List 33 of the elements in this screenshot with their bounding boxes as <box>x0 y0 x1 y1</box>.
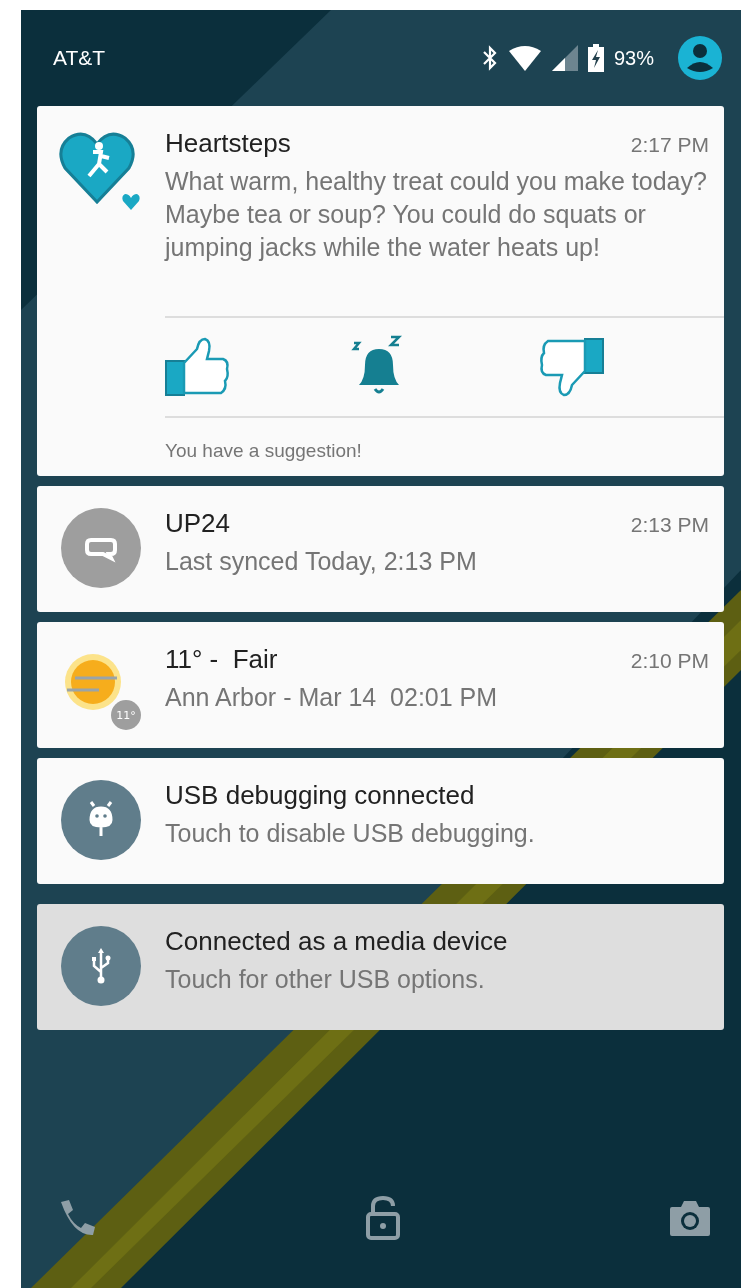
notification-text: What warm, healthy treat could you make today? Maybe tea or soup? You could do squats or jumping jacks while the water heats up! <box>165 166 708 263</box>
wifi-icon <box>507 45 542 71</box>
chat-bubble-icon <box>61 508 141 588</box>
carrier-name: AT&T <box>53 46 106 70</box>
notification-time: 2:10 PM <box>630 649 709 673</box>
notification-card[interactable]: Heartsteps 2:17 PM What warm, healthy treat could you make today? Maybe tea or soup? You could do squats or jumping jacks while the water heats up! You have a suggestion! <box>37 106 724 476</box>
usb-icon <box>61 926 141 1006</box>
android-icon <box>61 780 141 860</box>
suggestion-text: You have a suggestion! <box>165 440 363 462</box>
battery-percent: 93% <box>613 46 654 70</box>
notification-card[interactable]: 11° 11° - Fair 2:10 PM Ann Arbor - Mar 14 02:01 PM <box>37 622 724 748</box>
camera-icon[interactable] <box>669 1199 711 1237</box>
thumbs-up-icon[interactable] <box>165 337 231 397</box>
notification-title: USB debugging connected <box>165 780 475 811</box>
notification-title: 11° - Fair <box>165 644 278 675</box>
avatar-icon[interactable] <box>678 36 722 80</box>
notification-card[interactable]: Connected as a media device Touch for other USB options. <box>37 904 724 1030</box>
notification-card[interactable]: USB debugging connected Touch to disable USB debugging. <box>37 758 724 884</box>
notification-card[interactable]: UP24 2:13 PM Last synced Today, 2:13 PM <box>37 486 724 612</box>
thumbs-down-icon[interactable] <box>537 337 604 397</box>
notification-text: Ann Arbor - Mar 14 02:01 PM <box>165 682 499 713</box>
signal-icon <box>551 45 578 71</box>
notification-title: UP24 <box>165 508 231 539</box>
notification-time: 2:17 PM <box>630 133 709 157</box>
notification-text: Touch for other USB options. <box>165 964 486 995</box>
notification-title: Heartsteps <box>165 128 291 159</box>
unlock-icon[interactable] <box>365 1196 401 1240</box>
bluetooth-icon <box>481 45 498 71</box>
notification-time: 2:13 PM <box>630 513 709 537</box>
temperature-badge: 11° <box>111 700 141 730</box>
notification-title: Connected as a media device <box>165 926 508 957</box>
notification-text: Last synced Today, 2:13 PM <box>165 546 478 577</box>
notification-text: Touch to disable USB debugging. <box>165 818 536 849</box>
